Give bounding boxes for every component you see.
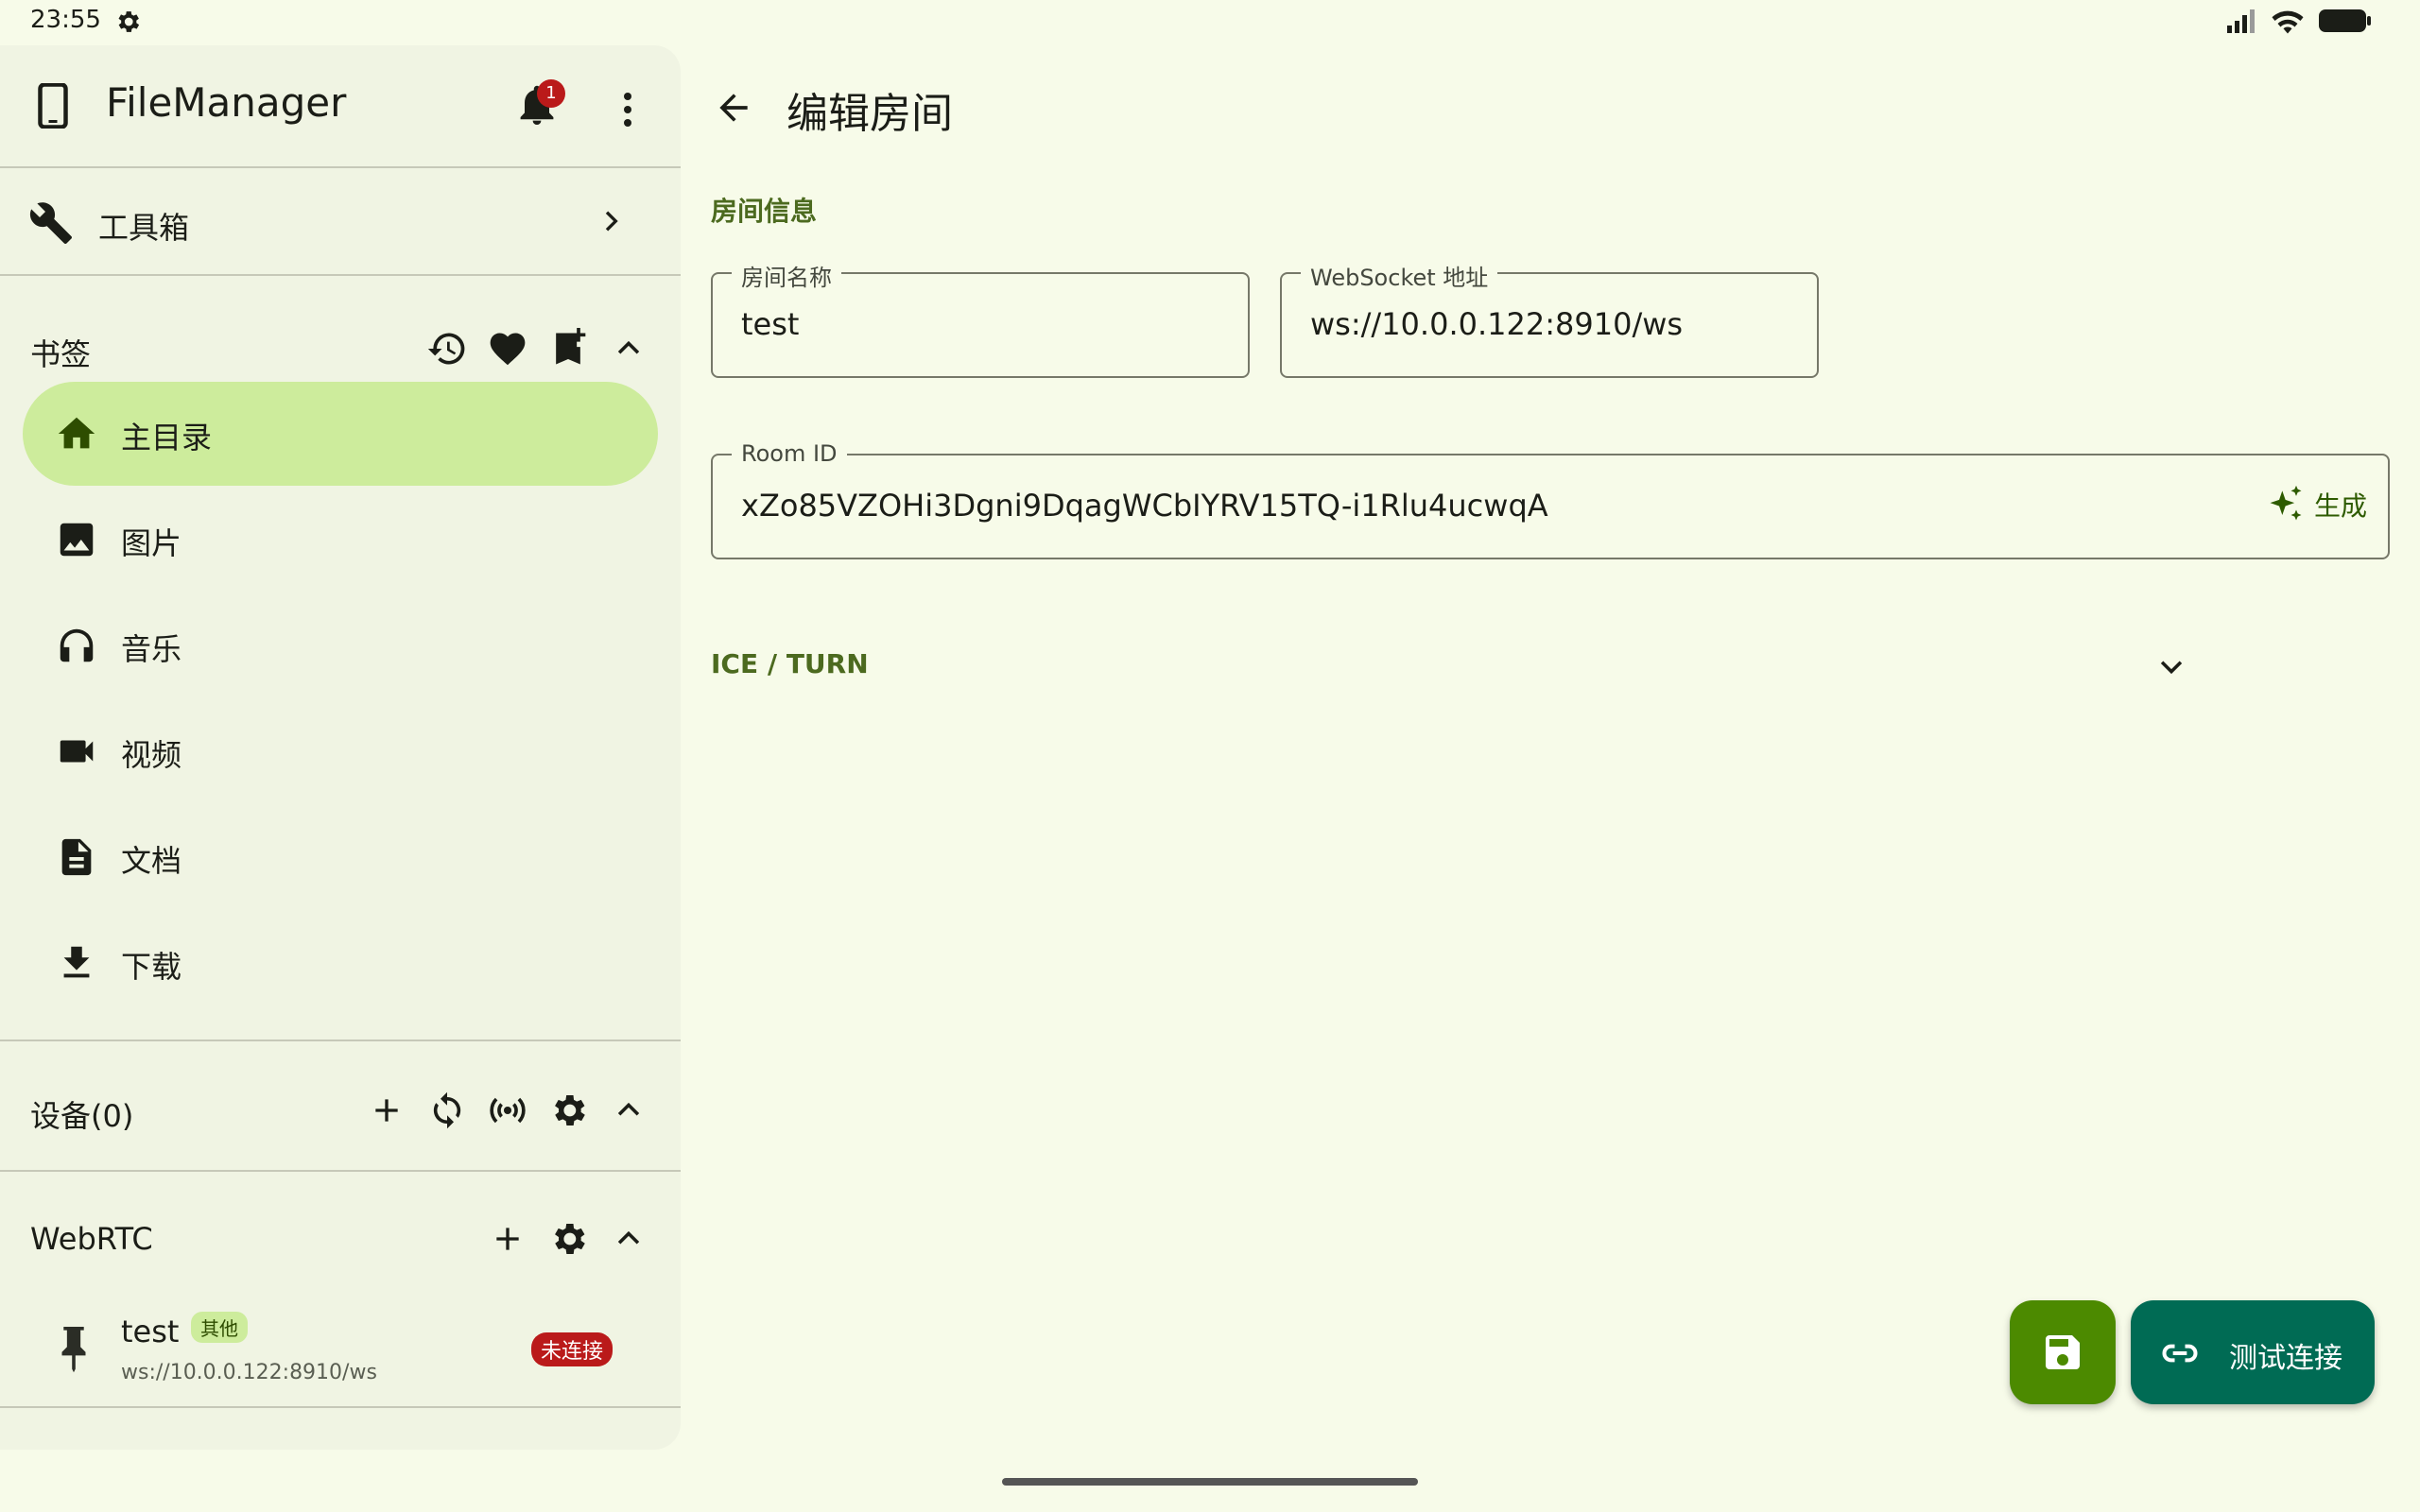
bookmark-item-home[interactable]: 主目录	[23, 382, 658, 486]
battery-icon	[2319, 9, 2371, 32]
drawer-header: FileManager 1	[0, 45, 681, 166]
history-button[interactable]	[425, 327, 469, 370]
chevron-up-icon	[617, 1230, 640, 1245]
generate-label: 生成	[2313, 490, 2367, 522]
bookmark-label: 下载	[121, 949, 182, 985]
signal-icon	[2227, 9, 2255, 33]
bookmark-item-videos[interactable]: 视频	[23, 699, 658, 803]
webrtc-room-item[interactable]: test 其他 ws://10.0.0.122:8910/ws 未连接	[0, 1293, 681, 1406]
devices-title: 设备(0)	[30, 1098, 134, 1134]
more-vert-icon[interactable]	[613, 87, 643, 132]
navigation-drawer: FileManager 1 工具箱 书签 主目录 图片 音乐 视频 文档 下载 …	[0, 45, 681, 1450]
webrtc-settings-button[interactable]	[546, 1217, 590, 1261]
divider	[0, 274, 681, 276]
room-id-field[interactable]: Room ID xZo85VZOHi3Dgni9DqagWCbIYRV15TQ-…	[711, 440, 2390, 559]
broadcast-icon	[490, 1097, 526, 1124]
status-icons	[2225, 8, 2373, 34]
ice-turn-label: ICE / TURN	[711, 648, 869, 679]
generate-button[interactable]: 生成	[2265, 484, 2367, 525]
bookmark-item-documents[interactable]: 文档	[23, 805, 658, 909]
test-connection-label: 测试连接	[2229, 1342, 2342, 1375]
download-icon	[63, 946, 90, 978]
home-indicator[interactable]	[1002, 1478, 1418, 1486]
room-info-section-label: 房间信息	[711, 196, 818, 227]
chevron-up-icon	[617, 1102, 640, 1116]
test-connection-button[interactable]: 测试连接	[2131, 1300, 2375, 1404]
bookmark-label: 主目录	[121, 420, 213, 455]
gear-icon	[555, 1224, 585, 1254]
bookmark-label: 音乐	[121, 631, 182, 667]
headphones-icon	[60, 628, 94, 662]
chevron-down-icon	[2160, 661, 2183, 675]
toolbox-label: 工具箱	[98, 210, 190, 246]
websocket-url-value: ws://10.0.0.122:8910/ws	[1310, 306, 1684, 342]
add-bookmark-button[interactable]	[546, 327, 590, 370]
status-bar: 23:55	[0, 0, 2420, 45]
bookmarks-title: 书签	[30, 336, 92, 372]
save-button[interactable]	[2010, 1300, 2116, 1404]
back-arrow-icon[interactable]	[713, 87, 754, 129]
divider	[0, 1170, 681, 1172]
room-name: test	[121, 1314, 180, 1349]
collapse-webrtc-button[interactable]	[607, 1217, 650, 1261]
collapse-devices-button[interactable]	[607, 1089, 650, 1132]
room-name-label: 房间名称	[732, 259, 841, 292]
divider	[0, 1406, 681, 1408]
websocket-url-field[interactable]: WebSocket 地址 ws://10.0.0.122:8910/ws	[1280, 259, 1819, 378]
room-url: ws://10.0.0.122:8910/ws	[121, 1361, 377, 1384]
bookmark-add-icon	[556, 328, 586, 365]
sparkle-icon	[2270, 485, 2302, 521]
websocket-url-label: WebSocket 地址	[1301, 259, 1498, 292]
room-id-value: xZo85VZOHi3Dgni9DqagWCbIYRV15TQ-i1Rlu4uc…	[741, 488, 1548, 524]
divider	[0, 1040, 681, 1041]
device-settings-button[interactable]	[546, 1089, 590, 1132]
ice-turn-expander[interactable]: ICE / TURN	[711, 643, 2195, 692]
video-icon	[60, 740, 94, 763]
document-icon	[61, 838, 92, 876]
app-title: FileManager	[106, 79, 347, 126]
heart-icon	[490, 333, 526, 366]
wifi-icon	[2272, 10, 2304, 34]
add-room-button[interactable]	[486, 1217, 529, 1261]
bookmarks-header: 书签	[0, 314, 681, 389]
connection-status-badge: 未连接	[531, 1332, 614, 1366]
save-icon	[2046, 1335, 2080, 1369]
sync-icon	[433, 1091, 461, 1129]
room-id-label: Room ID	[732, 440, 847, 467]
notification-badge: 1	[537, 79, 565, 108]
devices-header: 设备(0)	[0, 1075, 681, 1151]
pin-icon	[61, 1327, 86, 1373]
status-time: 23:55	[30, 6, 101, 34]
home-icon	[58, 417, 95, 449]
wrench-icon	[29, 202, 72, 244]
webrtc-header: WebRTC	[0, 1204, 681, 1280]
toolbox-row[interactable]: 工具箱	[0, 168, 681, 274]
favorites-button[interactable]	[486, 327, 529, 370]
webrtc-title: WebRTC	[30, 1221, 153, 1257]
room-name-field[interactable]: 房间名称 test	[711, 259, 1250, 378]
bookmark-label: 视频	[121, 737, 182, 773]
bookmark-item-music[interactable]: 音乐	[23, 593, 658, 697]
room-name-value: test	[741, 306, 800, 342]
chevron-right-icon	[605, 211, 618, 232]
gear-icon	[555, 1095, 585, 1125]
collapse-bookmarks-button[interactable]	[607, 327, 650, 370]
plus-icon	[496, 1228, 519, 1250]
bookmark-label: 文档	[121, 843, 182, 879]
bookmark-item-downloads[interactable]: 下载	[23, 911, 658, 1015]
room-tag-badge: 其他	[191, 1312, 248, 1343]
bookmark-label: 图片	[121, 525, 182, 561]
image-icon	[60, 523, 94, 557]
link-icon	[2162, 1344, 2198, 1363]
settings-status-icon	[118, 11, 140, 32]
chevron-up-icon	[617, 340, 640, 354]
add-device-button[interactable]	[365, 1089, 408, 1132]
refresh-devices-button[interactable]	[425, 1089, 469, 1132]
phone-icon	[38, 83, 68, 129]
history-icon	[427, 333, 465, 365]
plus-icon	[375, 1099, 398, 1122]
bookmark-item-images[interactable]: 图片	[23, 488, 658, 592]
page-title: 编辑房间	[786, 90, 953, 138]
broadcast-button[interactable]	[486, 1089, 529, 1132]
